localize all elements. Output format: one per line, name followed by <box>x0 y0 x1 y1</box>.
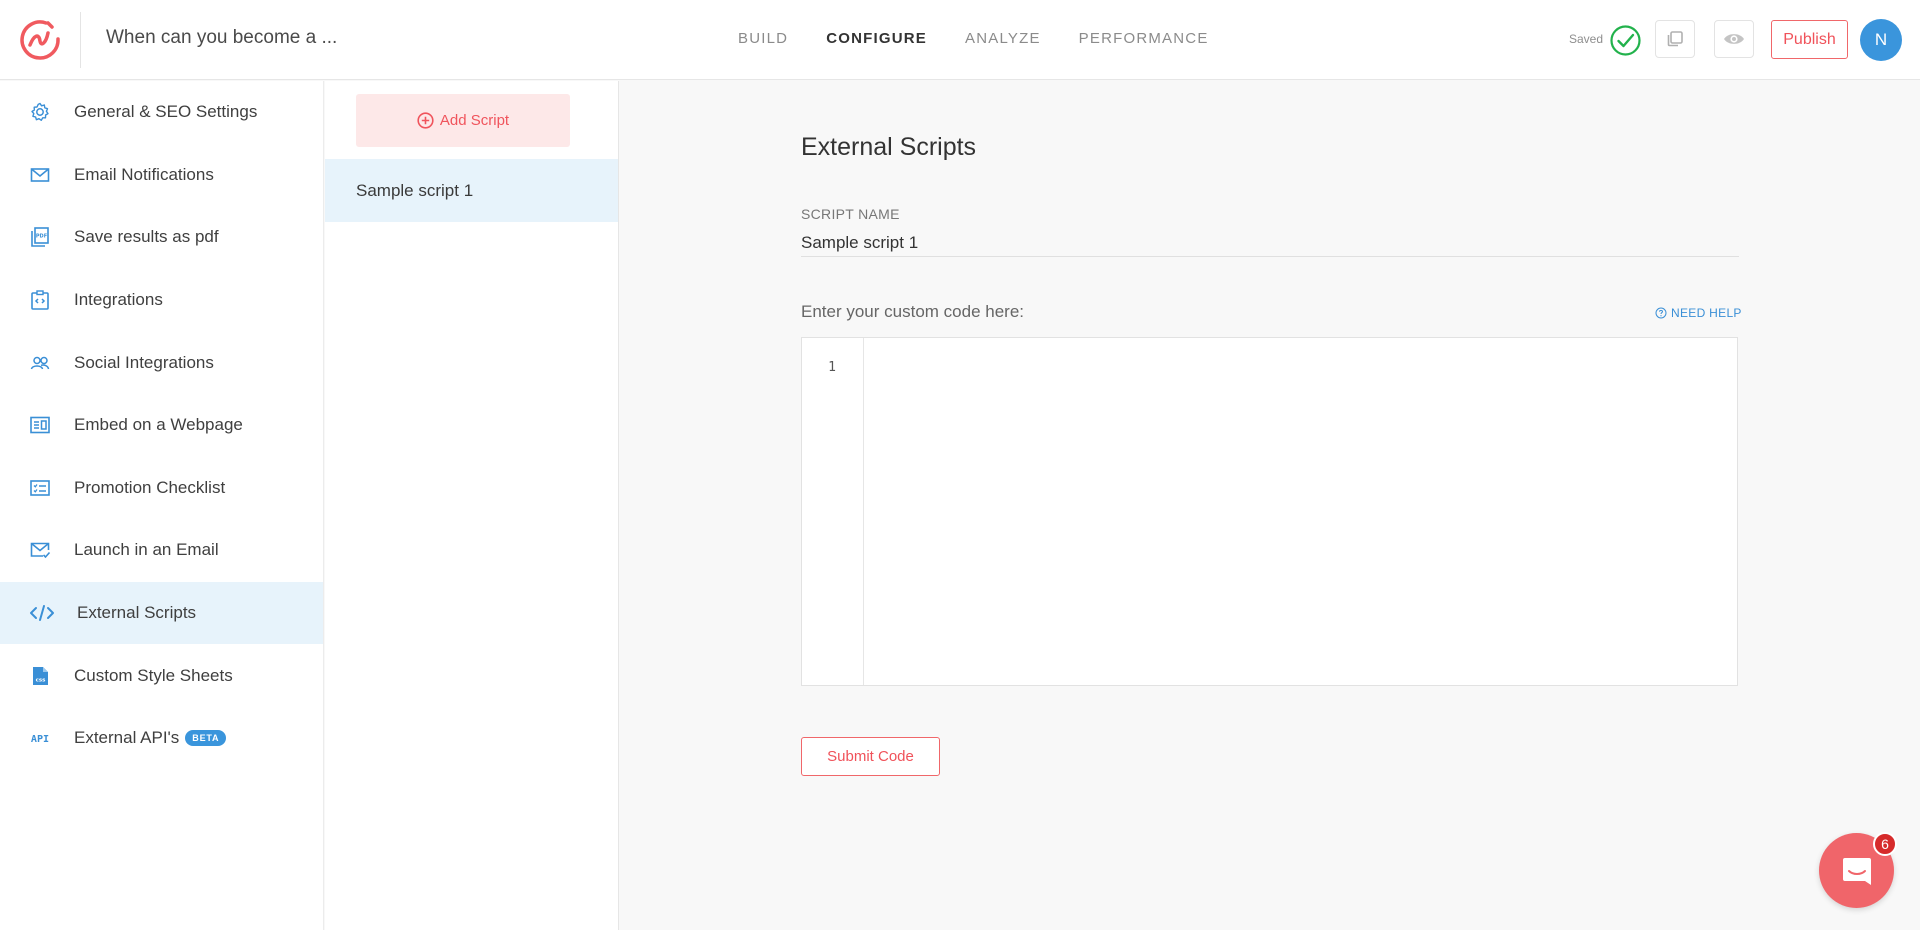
code-icon <box>28 602 56 624</box>
line-number: 1 <box>828 360 836 375</box>
sidebar-item-label: External API's BETA <box>74 728 227 748</box>
sidebar-item-label: Social Integrations <box>74 352 214 372</box>
sidebar-item-label: Promotion Checklist <box>74 477 226 497</box>
svg-text:PDF: PDF <box>36 234 47 240</box>
envelope-icon <box>29 164 51 186</box>
add-script-label: Add Script <box>439 112 510 129</box>
email-check-icon <box>29 539 51 561</box>
code-editor: 1 <box>801 337 1738 686</box>
sidebar-item-external-scripts[interactable]: External Scripts <box>0 581 323 645</box>
publish-button[interactable]: Publish <box>1771 20 1848 59</box>
svg-text:API: API <box>31 734 49 745</box>
sidebar-item-launch-email[interactable]: Launch in an Email <box>0 519 323 582</box>
chat-icon <box>1842 857 1871 885</box>
code-input[interactable] <box>864 338 1737 685</box>
document-title[interactable]: When can you become a ... <box>106 27 337 49</box>
page-title: External Scripts <box>801 133 977 161</box>
sidebar-item-general-seo[interactable]: General & SEO Settings <box>0 81 323 144</box>
tab-build[interactable]: BUILD <box>738 30 788 47</box>
main-nav-tabs: BUILD CONFIGURE ANALYZE PERFORMANCE <box>738 30 1247 47</box>
sidebar-item-label: External Scripts <box>77 603 197 623</box>
logo-divider <box>80 12 81 68</box>
chat-notification-badge: 6 <box>1873 832 1897 856</box>
eye-icon <box>1724 34 1744 44</box>
script-name-input[interactable] <box>801 229 1739 257</box>
gear-icon <box>29 101 51 123</box>
script-name-label: SCRIPT NAME <box>801 206 900 222</box>
script-list-panel: Add Script Sample script 1 <box>325 81 619 930</box>
sidebar-item-label: Save results as pdf <box>74 227 219 247</box>
checklist-icon <box>29 477 51 499</box>
copy-icon <box>1667 31 1683 47</box>
integrations-icon <box>29 289 51 311</box>
plus-circle-icon <box>417 112 434 129</box>
sidebar-item-label-text: External API's <box>74 728 180 748</box>
users-icon <box>29 352 51 374</box>
need-help-label: NEED HELP <box>1671 306 1742 320</box>
sidebar-item-label: Custom Style Sheets <box>74 665 233 685</box>
sidebar-item-custom-style-sheets[interactable]: css Custom Style Sheets <box>0 644 323 707</box>
sidebar-item-social-integrations[interactable]: Social Integrations <box>0 331 323 394</box>
embed-icon <box>29 414 51 436</box>
tab-analyze[interactable]: ANALYZE <box>965 30 1041 47</box>
top-bar: When can you become a ... BUILD CONFIGUR… <box>0 0 1920 80</box>
tab-performance[interactable]: PERFORMANCE <box>1079 30 1209 47</box>
pdf-icon: PDF <box>29 226 51 248</box>
help-circle-icon <box>1655 307 1667 319</box>
script-list-item[interactable]: Sample script 1 <box>325 159 618 222</box>
tab-configure[interactable]: CONFIGURE <box>826 30 927 47</box>
submit-code-button[interactable]: Submit Code <box>801 737 940 776</box>
saved-status-label: Saved <box>1569 32 1604 46</box>
beta-badge: BETA <box>185 730 227 747</box>
custom-code-label: Enter your custom code here: <box>801 302 1025 321</box>
check-circle-icon <box>1610 25 1641 56</box>
copy-button[interactable] <box>1655 20 1695 58</box>
sidebar-item-email-notifications[interactable]: Email Notifications <box>0 144 323 207</box>
sidebar-item-external-apis[interactable]: API External API's BETA <box>0 707 323 770</box>
sidebar-item-promotion-checklist[interactable]: Promotion Checklist <box>0 457 323 520</box>
add-script-button[interactable]: Add Script <box>356 94 570 147</box>
sidebar-item-label: Launch in an Email <box>74 540 219 560</box>
sidebar-item-integrations[interactable]: Integrations <box>0 269 323 332</box>
preview-button[interactable] <box>1714 20 1754 58</box>
sidebar-item-label: Email Notifications <box>74 164 214 184</box>
sidebar-item-label: Embed on a Webpage <box>74 415 243 435</box>
svg-text:css: css <box>36 677 47 683</box>
sidebar-item-embed-webpage[interactable]: Embed on a Webpage <box>0 394 323 457</box>
settings-sidebar: General & SEO Settings Email Notificatio… <box>0 81 324 930</box>
api-icon: API <box>29 727 51 749</box>
sidebar-item-save-pdf[interactable]: PDF Save results as pdf <box>0 206 323 269</box>
need-help-link[interactable]: NEED HELP <box>1655 306 1742 320</box>
line-number-gutter: 1 <box>802 338 864 685</box>
sidebar-item-label: Integrations <box>74 290 163 310</box>
brand-logo-icon[interactable] <box>18 17 62 61</box>
sidebar-item-label: General & SEO Settings <box>74 102 258 122</box>
user-avatar[interactable]: N <box>1860 19 1902 61</box>
css-file-icon: css <box>29 665 51 687</box>
